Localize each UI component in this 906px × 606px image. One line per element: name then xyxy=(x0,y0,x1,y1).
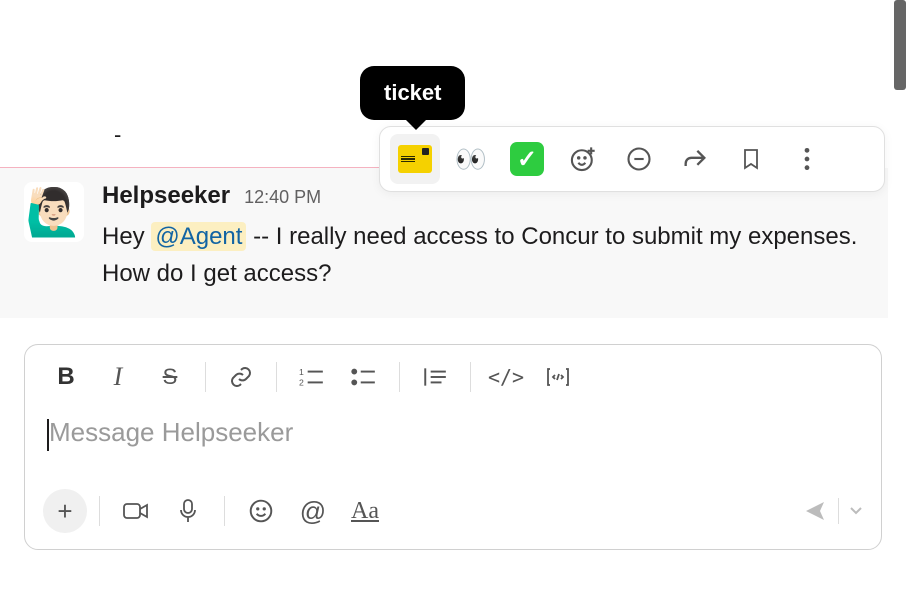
bullet-list-button[interactable] xyxy=(339,355,389,399)
mic-icon xyxy=(177,498,199,524)
code-button[interactable]: </> xyxy=(481,355,531,399)
blockquote-button[interactable] xyxy=(410,355,460,399)
separator xyxy=(276,362,277,392)
strike-icon: S xyxy=(163,364,178,390)
separator xyxy=(205,362,206,392)
video-icon xyxy=(122,500,150,522)
format-toolbar: B I S 1 2 xyxy=(25,345,881,409)
format-toggle-icon: Aa xyxy=(351,498,379,525)
share-icon xyxy=(681,145,709,173)
message-text-pre: Hey xyxy=(102,223,151,250)
bold-icon: B xyxy=(57,363,74,391)
separator xyxy=(99,496,100,526)
video-button[interactable] xyxy=(112,489,160,533)
codeblock-icon xyxy=(544,365,572,389)
mention-icon: @ xyxy=(300,496,326,527)
bookmark-icon xyxy=(739,145,763,173)
scrollbar[interactable] xyxy=(894,0,906,90)
separator xyxy=(470,362,471,392)
message-action-bar: 👀 ✓ xyxy=(379,126,885,192)
attach-button[interactable]: + xyxy=(43,489,87,533)
link-button[interactable] xyxy=(216,355,266,399)
reaction-check[interactable]: ✓ xyxy=(502,134,552,184)
send-options-button[interactable] xyxy=(849,506,863,516)
ordered-list-icon: 1 2 xyxy=(299,366,325,388)
codeblock-button[interactable] xyxy=(533,355,583,399)
more-icon xyxy=(803,146,811,172)
text-caret xyxy=(47,419,49,451)
message-input[interactable]: Message Helpseeker xyxy=(25,409,881,479)
bold-button[interactable]: B xyxy=(41,355,91,399)
mention[interactable]: @Agent xyxy=(151,222,246,251)
add-reaction-button[interactable] xyxy=(558,134,608,184)
emoji-icon xyxy=(248,498,274,524)
svg-text:2: 2 xyxy=(299,378,304,388)
message-input-placeholder: Message Helpseeker xyxy=(49,417,857,448)
bullet-list-icon xyxy=(351,366,377,388)
thread-button[interactable] xyxy=(614,134,664,184)
link-icon xyxy=(229,365,253,389)
svg-text:1: 1 xyxy=(299,367,304,377)
reaction-ticket[interactable] xyxy=(390,134,440,184)
ordered-list-button[interactable]: 1 2 xyxy=(287,355,337,399)
message-timestamp[interactable]: 12:40 PM xyxy=(244,187,321,208)
audio-button[interactable] xyxy=(164,489,212,533)
italic-icon: I xyxy=(114,362,123,392)
mention-button[interactable]: @ xyxy=(289,489,337,533)
avatar-emoji: 🙋🏻‍♂️ xyxy=(25,185,82,240)
separator xyxy=(838,498,839,524)
more-actions-button[interactable] xyxy=(782,134,832,184)
eyes-icon: 👀 xyxy=(455,144,487,175)
message-composer: B I S 1 2 xyxy=(24,344,882,550)
thread-icon xyxy=(625,145,653,173)
stray-text: - xyxy=(114,122,121,148)
blockquote-icon xyxy=(422,366,448,388)
format-toggle-button[interactable]: Aa xyxy=(341,489,389,533)
tooltip-label: ticket xyxy=(384,80,441,105)
code-icon: </> xyxy=(488,365,524,389)
message-username[interactable]: Helpseeker xyxy=(102,182,230,210)
message-text: Hey @Agent -- I really need access to Co… xyxy=(102,218,864,292)
plus-icon: + xyxy=(57,496,72,527)
avatar[interactable]: 🙋🏻‍♂️ xyxy=(24,182,84,242)
composer-bottom-bar: + xyxy=(25,479,881,549)
bookmark-button[interactable] xyxy=(726,134,776,184)
chevron-down-icon xyxy=(849,506,863,516)
add-reaction-icon xyxy=(569,145,597,173)
send-icon xyxy=(802,499,828,523)
separator xyxy=(224,496,225,526)
italic-button[interactable]: I xyxy=(93,355,143,399)
check-icon: ✓ xyxy=(510,142,544,176)
reaction-tooltip: ticket xyxy=(360,66,465,120)
separator xyxy=(399,362,400,392)
send-button[interactable] xyxy=(802,499,828,523)
strike-button[interactable]: S xyxy=(145,355,195,399)
share-button[interactable] xyxy=(670,134,720,184)
reaction-eyes[interactable]: 👀 xyxy=(446,134,496,184)
emoji-button[interactable] xyxy=(237,489,285,533)
ticket-icon xyxy=(398,145,432,173)
